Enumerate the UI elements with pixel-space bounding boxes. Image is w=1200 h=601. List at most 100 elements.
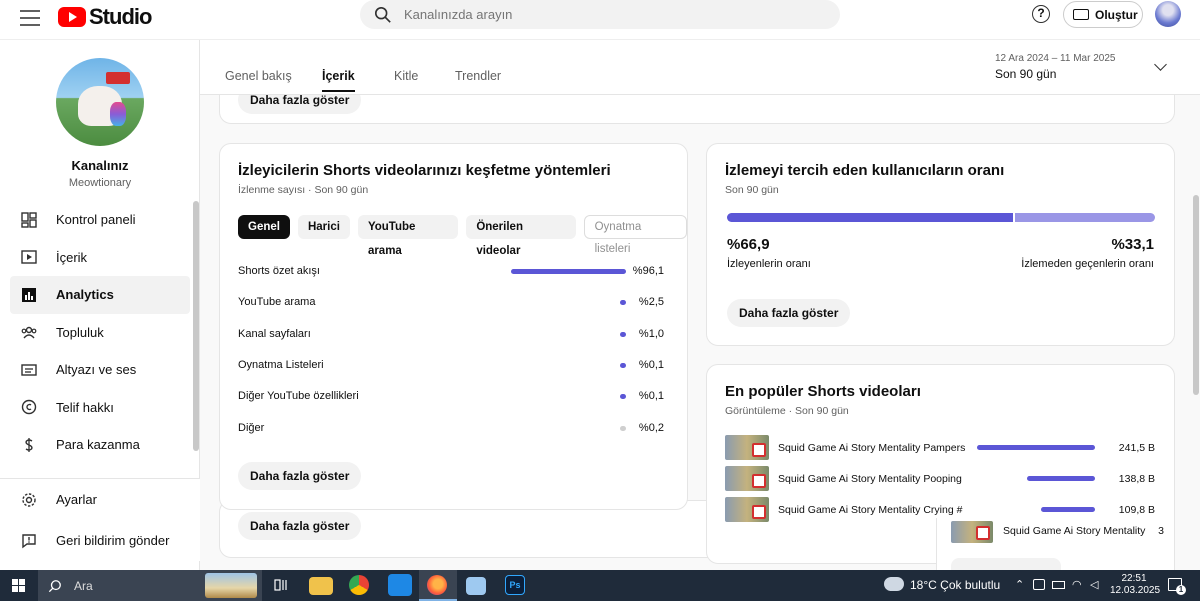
traffic-source-row: Oynatma Listeleri %0,1 (238, 356, 664, 376)
search-input[interactable] (404, 7, 804, 22)
weather-text[interactable]: 18°C Çok bulutlu (910, 578, 1000, 592)
video-thumbnail[interactable] (725, 497, 769, 522)
show-more-button-bottom[interactable]: Daha fazla göster (238, 512, 362, 540)
wifi-icon[interactable]: ◠ (1072, 578, 1082, 591)
discovery-subtitle: İzlenme sayısı · Son 90 gün (238, 184, 369, 196)
windows-start-icon[interactable] (12, 579, 25, 592)
system-clock[interactable]: 22:51 12.03.2025 (1110, 573, 1161, 597)
sidebar: Kanalınız Meowtionary Kontrol paneli İçe… (0, 40, 200, 570)
dollar-icon (20, 436, 38, 454)
battery-icon[interactable] (1052, 581, 1065, 589)
popular-short-row[interactable]: Squid Game Ai Story Mentality Pampers 241… (725, 435, 1155, 461)
main-scrollbar[interactable] (1193, 195, 1199, 395)
sidebar-item-monetization[interactable]: Para kazanma (10, 426, 190, 464)
views-value: 241,5 B (1118, 442, 1155, 454)
weather-icon[interactable] (884, 577, 904, 591)
tab-trends[interactable]: Trendler (455, 69, 501, 83)
watched-value: %66,9 (727, 236, 770, 253)
sidebar-item-label: Altyazı ve ses (56, 362, 137, 378)
popular-short-row[interactable]: Squid Game Ai Story Mentality Pooping 138… (725, 466, 1155, 492)
notes-icon[interactable] (466, 577, 486, 595)
sidebar-item-analytics[interactable]: Analytics (10, 276, 190, 314)
traffic-source-row: YouTube arama %2,5 (238, 293, 664, 313)
traffic-source-value: %0,1 (638, 358, 664, 371)
wps-office-icon[interactable] (388, 574, 412, 596)
traffic-source-value: %0,2 (638, 421, 664, 434)
chip-youtube-search[interactable]: YouTube arama (357, 215, 459, 257)
video-thumbnail[interactable] (725, 435, 769, 460)
overflow-title[interactable]: Squid Game Ai Story Mentality (1003, 525, 1153, 537)
tab-audience[interactable]: Kitle (394, 69, 418, 83)
tab-content[interactable]: İçerik (322, 69, 355, 92)
popular-overflow: Squid Game Ai Story Mentality 3 (936, 518, 1175, 570)
sidebar-item-label: Topluluk (56, 324, 104, 340)
sidebar-item-community[interactable]: Topluluk (10, 314, 190, 352)
chip-external[interactable]: Harici (297, 215, 350, 239)
help-icon[interactable]: ? (1032, 5, 1050, 23)
chip-suggested[interactable]: Önerilen videolar (466, 215, 576, 257)
video-thumbnail[interactable] (951, 521, 993, 543)
traffic-source-bar (510, 269, 626, 274)
sidebar-item-feedback[interactable]: Geri bildirim gönder (10, 520, 190, 561)
sidebar-scrollbar[interactable] (193, 201, 199, 451)
logo-text: Studio (89, 4, 152, 29)
traffic-source-label: Oynatma Listeleri (238, 358, 324, 371)
photoshop-icon[interactable]: Ps (505, 575, 525, 595)
overflow-show-more-button[interactable] (951, 558, 1061, 570)
chip-overall[interactable]: Genel (238, 215, 290, 239)
volume-icon[interactable]: ◁ (1090, 578, 1098, 591)
discovery-show-more-button[interactable]: Daha fazla göster (238, 462, 362, 490)
date-range-text[interactable]: 12 Ara 2024 – 11 Mar 2025 (995, 53, 1115, 64)
clock-date: 12.03.2025 (1110, 585, 1161, 596)
video-title[interactable]: Squid Game Ai Story Mentality Crying # (778, 504, 968, 516)
clock-time: 22:51 (1121, 573, 1147, 584)
sidebar-item-label: Para kazanma (56, 437, 140, 453)
traffic-source-value: %0,1 (638, 390, 664, 403)
traffic-source-label: Kanal sayfaları (238, 327, 311, 340)
video-title[interactable]: Squid Game Ai Story Mentality Pampers (778, 442, 968, 454)
main-content: Daha fazla göster Genel bakış İçerik Kit… (200, 40, 1200, 570)
sidebar-nav: Kontrol paneli İçerik Analytics Topluluk… (10, 201, 190, 464)
ratio-show-more-button[interactable]: Daha fazla göster (727, 299, 851, 327)
date-range-label[interactable]: Son 90 gün (995, 67, 1056, 81)
taskbar-search-label: Ara (74, 578, 93, 593)
task-view-icon[interactable] (274, 578, 288, 592)
create-button[interactable]: Oluştur (1063, 1, 1143, 28)
create-label: Oluştur (1095, 7, 1138, 22)
chevron-down-icon[interactable] (1154, 58, 1167, 71)
sidebar-item-dashboard[interactable]: Kontrol paneli (10, 201, 190, 239)
account-avatar[interactable] (1155, 1, 1181, 27)
discovery-title: İzleyicilerin Shorts videolarınızı keşfe… (238, 162, 611, 179)
menu-icon[interactable] (20, 8, 40, 28)
subtitles-icon (20, 361, 38, 379)
community-icon (20, 323, 38, 341)
search-icon (48, 579, 61, 592)
chevron-up-icon[interactable]: ⌃ (1015, 578, 1024, 591)
sidebar-item-label: Ayarlar (56, 492, 97, 507)
feedback-icon (20, 532, 38, 550)
sidebar-item-settings[interactable]: Ayarlar (10, 479, 190, 520)
studio-logo[interactable]: Studio (58, 4, 152, 30)
sidebar-item-label: Analytics (56, 287, 114, 303)
chrome-icon[interactable] (349, 575, 369, 595)
sidebar-item-subtitles[interactable]: Altyazı ve ses (10, 351, 190, 389)
firefox-icon[interactable] (427, 575, 447, 595)
ratio-subtitle: Son 90 gün (725, 184, 779, 196)
analytics-icon (20, 286, 38, 304)
sidebar-item-label: Telif hakkı (56, 399, 114, 415)
tab-overview[interactable]: Genel bakış (225, 69, 292, 83)
video-thumbnail[interactable] (725, 466, 769, 491)
channel-handle: Meowtionary (68, 177, 132, 189)
discovery-card: İzleyicilerin Shorts videolarınızı keşfe… (219, 143, 688, 510)
network-status-icon[interactable] (1033, 579, 1045, 590)
search-bar[interactable] (360, 0, 840, 29)
channel-avatar[interactable] (56, 58, 144, 146)
sidebar-item-content[interactable]: İçerik (10, 239, 190, 277)
file-explorer-icon[interactable] (309, 577, 333, 595)
ratio-title: İzlemeyi tercih eden kullanıcıların oran… (725, 162, 1005, 179)
sidebar-item-copyright[interactable]: Telif hakkı (10, 389, 190, 427)
ratio-bar (727, 213, 1155, 222)
search-highlight-image[interactable] (205, 573, 257, 598)
video-title[interactable]: Squid Game Ai Story Mentality Pooping (778, 473, 968, 485)
source-chips: Genel Harici YouTube arama Önerilen vide… (238, 215, 687, 257)
